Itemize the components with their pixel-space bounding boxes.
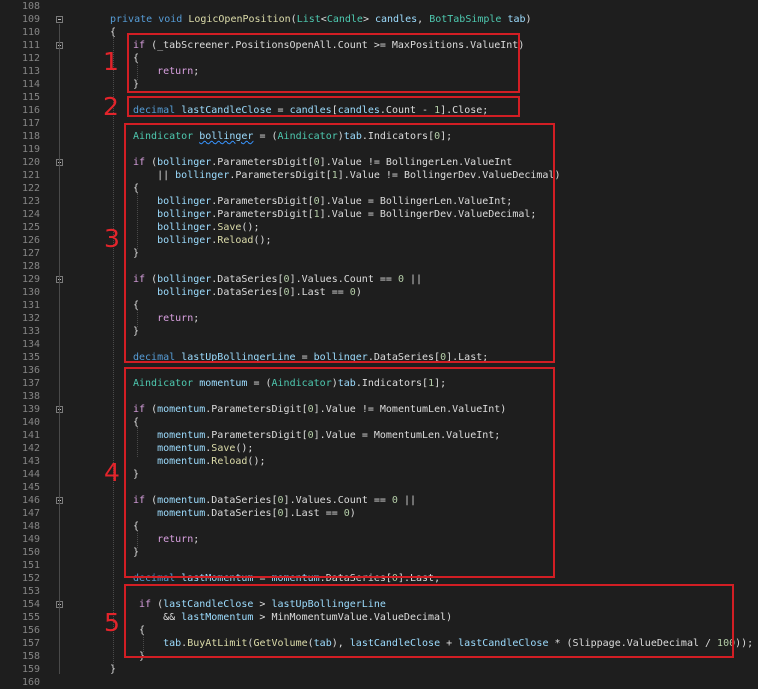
line-number: 117 <box>21 118 40 129</box>
line-number: 157 <box>21 638 40 649</box>
line-number: 158 <box>21 651 40 662</box>
annotation-box-1 <box>127 33 520 93</box>
line-number: 126 <box>21 235 40 246</box>
line-number: 124 <box>21 209 40 220</box>
code-token: void <box>158 14 183 25</box>
line-number: 122 <box>21 183 40 194</box>
code-token: Candle <box>326 14 363 25</box>
collapse-icon[interactable] <box>56 16 63 23</box>
line-number: 145 <box>21 482 40 493</box>
line-number: 116 <box>21 105 40 116</box>
line-number: 150 <box>21 547 40 558</box>
line-number: 133 <box>21 326 40 337</box>
line-number: 127 <box>21 248 40 259</box>
annotation-box-4 <box>124 367 555 578</box>
line-number: 155 <box>21 612 40 623</box>
line-number: 110 <box>21 27 40 38</box>
line-number: 138 <box>21 391 40 402</box>
line-number: 125 <box>21 222 40 233</box>
line-number: 119 <box>21 144 40 155</box>
annotation-label-2: 2 <box>103 92 119 121</box>
code-token: List <box>296 14 321 25</box>
line-number: 118 <box>21 131 40 142</box>
line-number: 136 <box>21 365 40 376</box>
line-number: 143 <box>21 456 40 467</box>
fold-range-line <box>59 24 60 674</box>
annotation-label-5: 5 <box>104 608 120 637</box>
annotation-box-2 <box>127 96 520 117</box>
line-number: 130 <box>21 287 40 298</box>
line-number: 129 <box>21 274 40 285</box>
line-number: 123 <box>21 196 40 207</box>
line-number: 151 <box>21 560 40 571</box>
line-number: 132 <box>21 313 40 324</box>
line-number: 140 <box>21 417 40 428</box>
annotation-label-4: 4 <box>104 458 120 487</box>
line-number: 109 <box>21 14 40 25</box>
code-token: private <box>110 14 153 25</box>
line-number: 139 <box>21 404 40 415</box>
line-number: 134 <box>21 339 40 350</box>
code-token: , <box>417 14 430 25</box>
line-number: 160 <box>21 677 40 688</box>
annotation-label-1: 1 <box>103 47 119 76</box>
code-token: > <box>362 14 375 25</box>
line-number: 144 <box>21 469 40 480</box>
line-number: 120 <box>21 157 40 168</box>
annotation-label-3: 3 <box>104 224 120 253</box>
line-number: 135 <box>21 352 40 363</box>
annotation-box-3 <box>124 123 555 363</box>
line-number: 149 <box>21 534 40 545</box>
line-number: 112 <box>21 53 40 64</box>
code-token: candles <box>375 14 418 25</box>
line-number: 148 <box>21 521 40 532</box>
code-token: )); <box>735 638 754 649</box>
code-token: LogicOpenPosition <box>188 14 291 25</box>
line-number: 142 <box>21 443 40 454</box>
line-number: 114 <box>21 79 40 90</box>
line-number: 153 <box>21 586 40 597</box>
line-number: 128 <box>21 261 40 272</box>
line-number: 131 <box>21 300 40 311</box>
annotation-box-5 <box>124 584 734 658</box>
line-number: 115 <box>21 92 40 103</box>
line-number: 108 <box>21 1 40 12</box>
line-number: 137 <box>21 378 40 389</box>
line-number: 146 <box>21 495 40 506</box>
code-editor[interactable]: 108 109 private void LogicOpenPosition(Lis… <box>0 0 758 688</box>
line-number: 159 <box>21 664 40 675</box>
line-number: 121 <box>21 170 40 181</box>
line-number: 113 <box>21 66 40 77</box>
line-number: 141 <box>21 430 40 441</box>
code-token: } <box>110 664 117 675</box>
line-number: 147 <box>21 508 40 519</box>
line-number: 154 <box>21 599 40 610</box>
line-number: 156 <box>21 625 40 636</box>
line-number: 152 <box>21 573 40 584</box>
code-line[interactable]: private void LogicOpenPosition(List<Cand… <box>110 13 532 26</box>
indent-guide <box>113 37 114 665</box>
code-token: BotTabSimple <box>429 14 502 25</box>
code-token: tab <box>507 14 526 25</box>
code-token: ) <box>525 14 532 25</box>
line-number: 111 <box>21 40 40 51</box>
